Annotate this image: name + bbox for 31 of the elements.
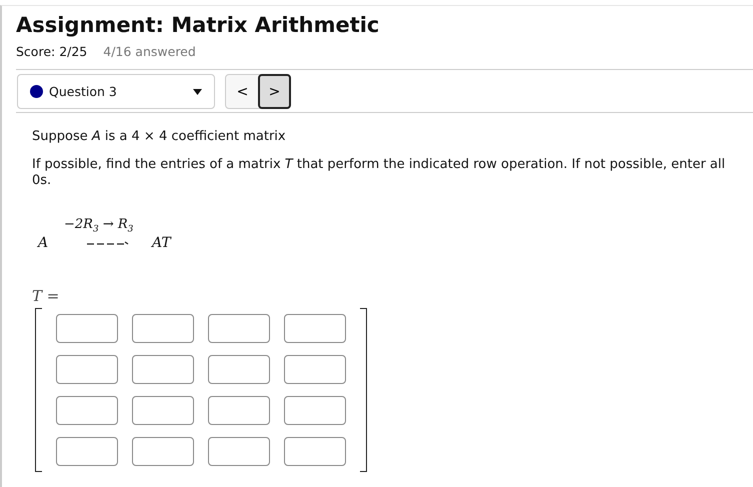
next-button[interactable]: > [258,74,291,109]
matrix-entry-field[interactable] [208,354,270,384]
matrix-entry-field[interactable] [132,314,194,343]
matrix-entry-field[interactable] [132,354,194,384]
matrix-a-label: A [36,234,50,251]
matrix-entry-field[interactable] [132,436,194,466]
question-text: Suppose A is a 4 × 4 coefficient matrix [32,129,287,145]
matrix-entry-field[interactable] [284,396,346,425]
result-label: AT [152,234,172,251]
question-label: Question 3 [49,84,118,99]
matrix-entry-field[interactable] [284,314,346,343]
page-title: Assignment: Matrix Arithmetic [16,12,380,39]
score-text: Score: 2/25 [16,44,88,59]
matrix-entry-field[interactable] [56,354,118,384]
question-text: If possible, find the entries of a matrix T that perform the indicated row operation. If not possible, enter all 0s. [32,157,726,189]
row-operation-label: −2R$_{3}$ → R$_{3}$ [64,217,134,235]
matrix-entry-field[interactable] [208,314,270,343]
matrix-entry-field[interactable] [56,396,118,425]
matrix-t-label: T = [32,286,60,305]
caret-icon [193,88,202,94]
question-dropdown[interactable]: Question 3 [17,74,215,109]
dashed-arrow-icon [86,238,130,247]
matrix-entry-field[interactable] [208,396,270,425]
matrix-entry-field[interactable] [284,354,346,384]
matrix-entry-field[interactable] [56,314,118,343]
progress-text: 4/16 answered [103,44,196,59]
matrix-entry-field[interactable] [208,436,270,466]
matrix-entry-field[interactable] [284,436,346,466]
previous-button[interactable]: < [226,75,259,108]
matrix-entry-field[interactable] [56,436,118,466]
matrix-entry-field[interactable] [132,396,194,425]
